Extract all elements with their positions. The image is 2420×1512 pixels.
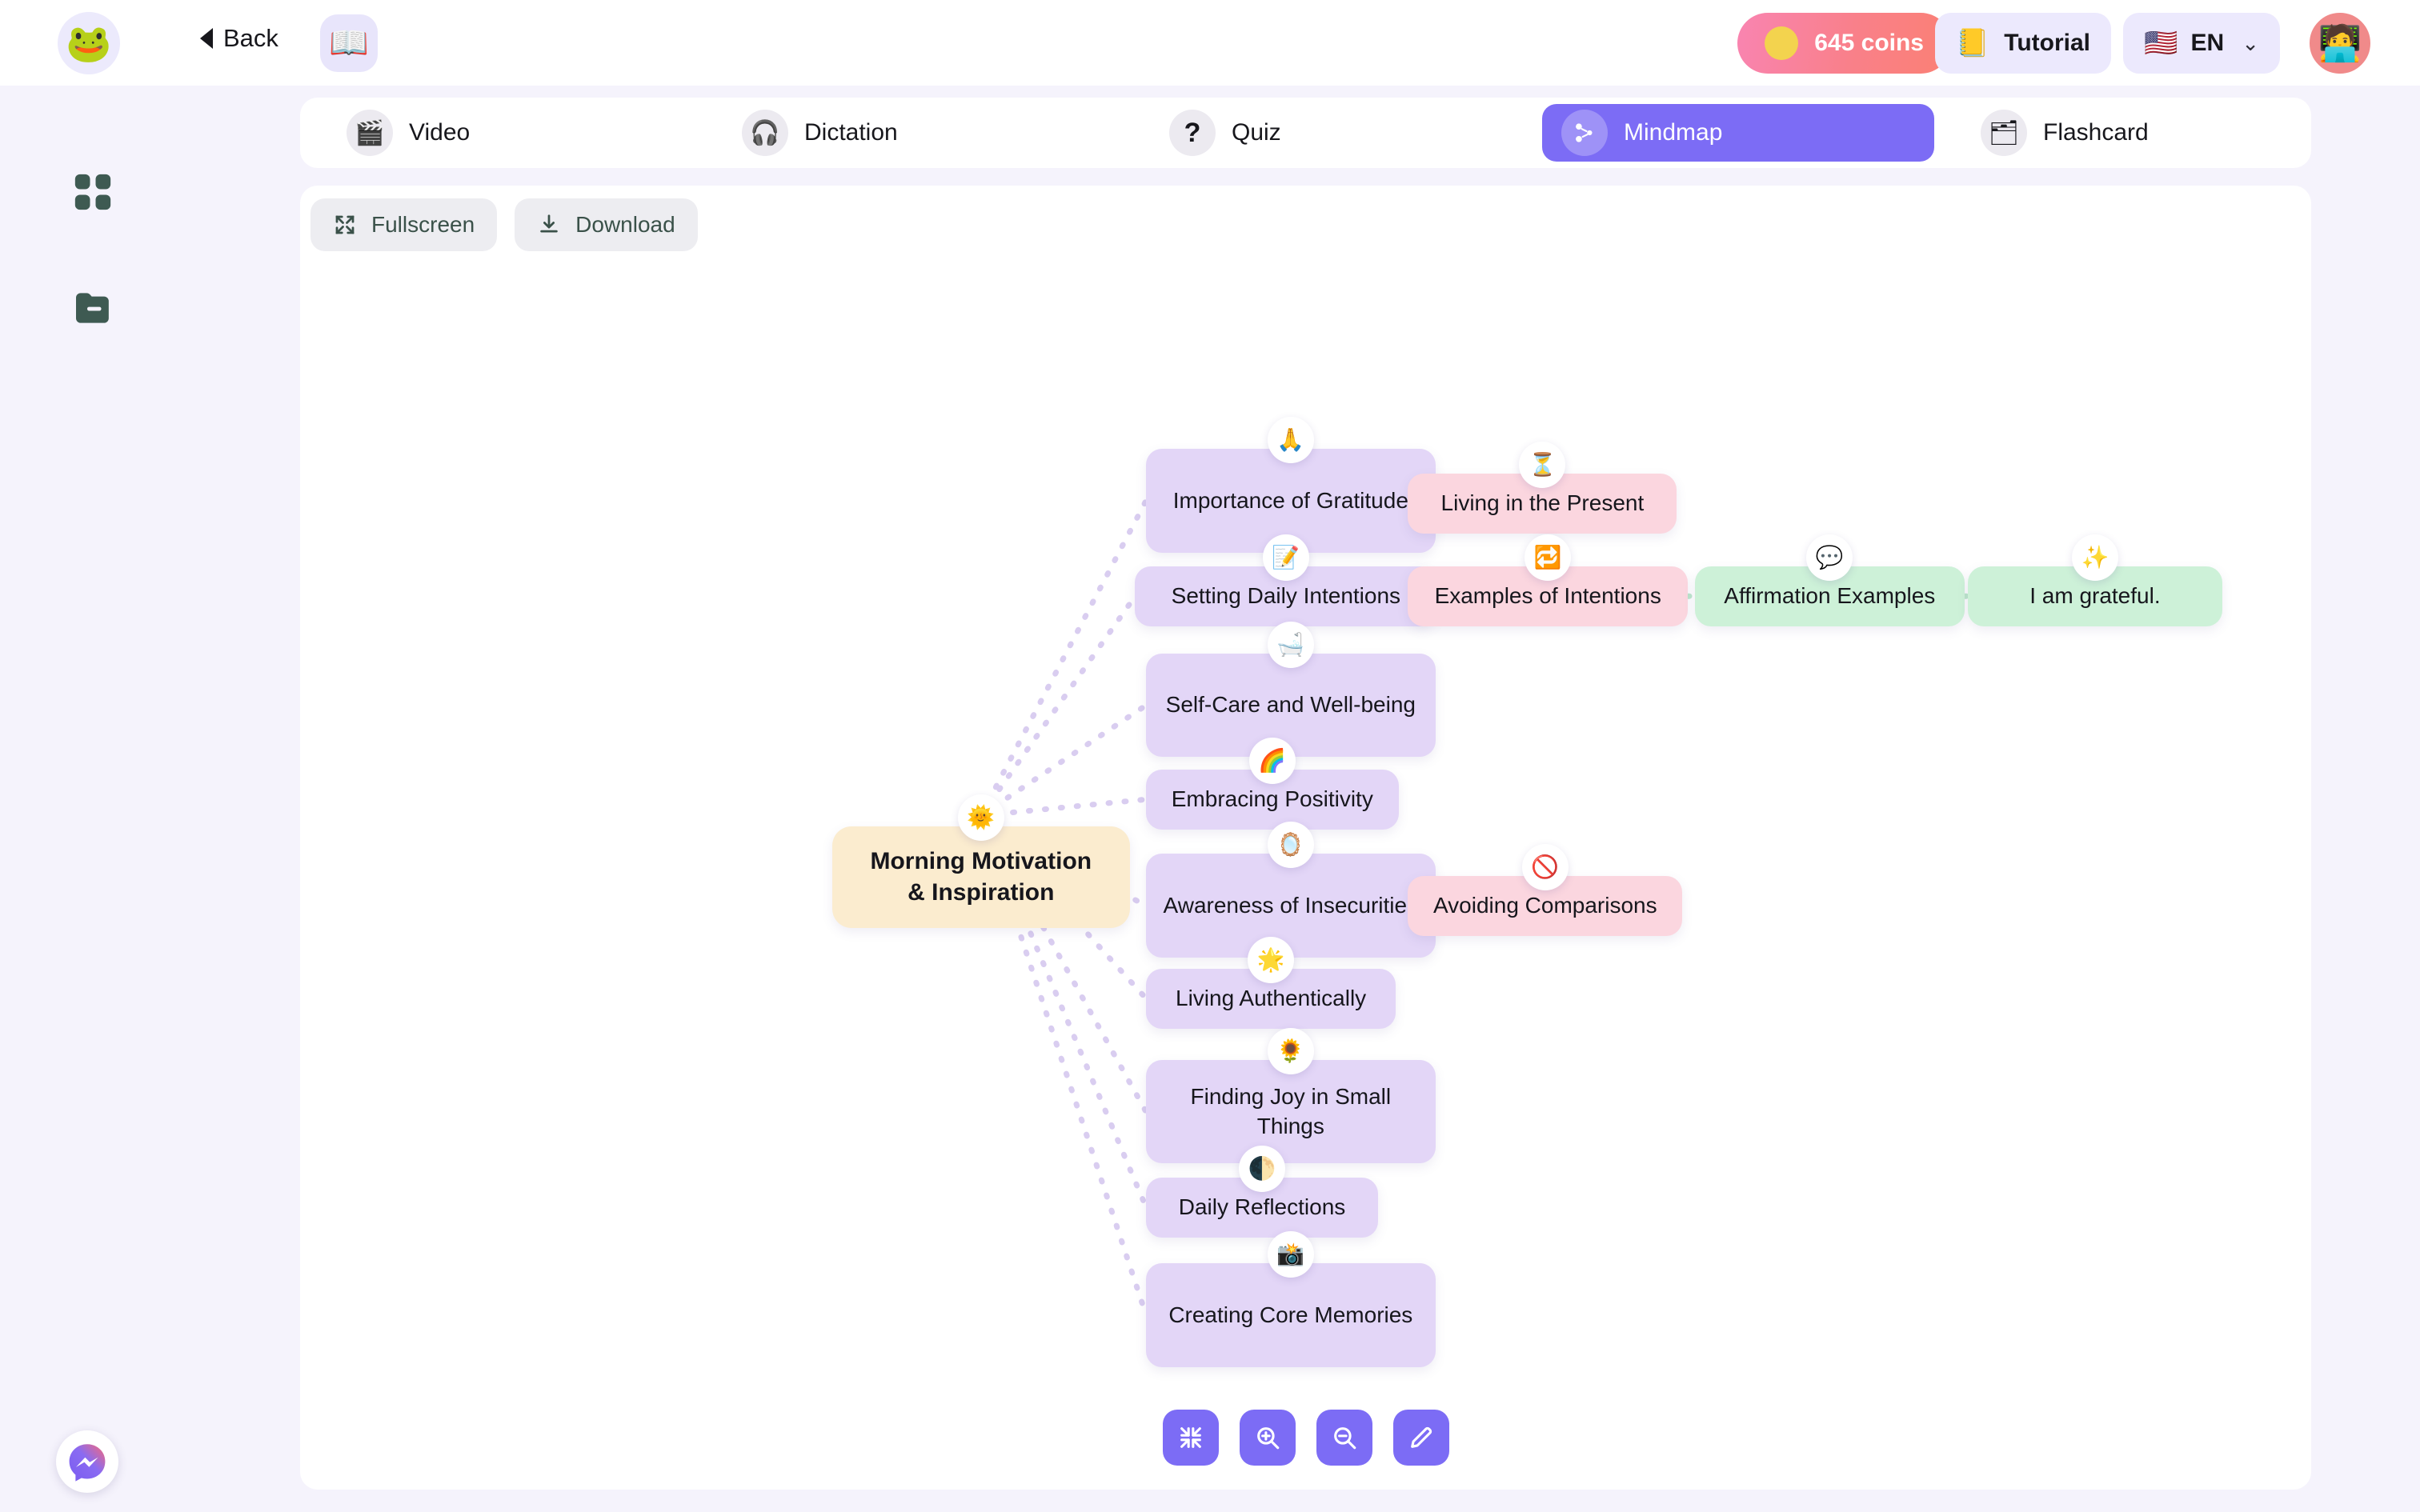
language-selector[interactable]: 🇺🇸 EN ⌄ <box>2123 13 2280 74</box>
avatar-image: 🧑‍💻 <box>2318 24 2362 63</box>
mindmap-node-label: Finding Joy in Small Things <box>1190 1084 1392 1138</box>
mindmap-edge <box>978 498 1149 818</box>
mindmap-edge <box>978 702 1149 818</box>
mindmap-node-label: I am grateful. <box>2029 583 2161 608</box>
tutorial-label: Tutorial <box>2004 30 2090 56</box>
grid-icon[interactable] <box>70 170 115 214</box>
tab-mindmap[interactable]: Mindmap <box>1542 104 1934 162</box>
mindmap-panel: Fullscreen Download Morning Motivation & … <box>300 186 2311 1490</box>
collapse-arrows-icon <box>1180 1427 1201 1448</box>
tab-video[interactable]: 🎬 Video <box>327 104 695 162</box>
mindmap-node[interactable]: Creating Core Memories <box>1146 1262 1436 1367</box>
video-book-icon[interactable]: 📖 <box>320 14 378 72</box>
tab-bar: 🎬 Video 🎧 Dictation ? Quiz Mindmap 🗂 Fla… <box>300 98 2311 168</box>
video-icon: 🎬 <box>347 110 393 156</box>
mindmap-node-emoji-icon: 🌓 <box>1239 1145 1286 1192</box>
mindmap-node-label: Avoiding Comparisons <box>1432 893 1657 918</box>
flashcard-icon: 🗂 <box>1981 110 2027 156</box>
tab-mindmap-label: Mindmap <box>1624 119 1723 146</box>
mindmap-node-label: Self-Care and Well-being <box>1165 692 1416 718</box>
zoom-out-button[interactable] <box>1316 1410 1372 1466</box>
mindmap-node-emoji-icon: 📸 <box>1267 1230 1314 1278</box>
mindmap-controls <box>1162 1410 1449 1466</box>
mindmap-node-emoji-icon: 🌟 <box>1248 936 1295 983</box>
top-bar: 🐸 Back 📖 645 coins 📒 Tutorial 🇺🇸 EN ⌄ 🧑‍… <box>0 0 2420 86</box>
mindmap-node-label: Affirmation Examples <box>1724 583 1936 608</box>
mindmap-node-label: Morning Motivation & Inspiration <box>870 848 1092 906</box>
folder-icon[interactable] <box>70 286 115 330</box>
mindmap-node[interactable]: Finding Joy in Small Things <box>1146 1059 1436 1164</box>
mindmap-node-emoji-icon: 🌻 <box>1267 1027 1314 1074</box>
mindmap-node-label: Embracing Positivity <box>1171 786 1373 812</box>
mindmap-node-emoji-icon: 🚫 <box>1521 843 1569 890</box>
coin-icon <box>1765 26 1799 60</box>
chevron-down-icon: ⌄ <box>2242 30 2259 55</box>
back-button[interactable]: Back <box>200 24 278 53</box>
magnifier-minus-icon <box>1333 1427 1356 1450</box>
mindmap-node-emoji-icon: 🔁 <box>1525 534 1572 581</box>
mindmap-node[interactable]: Awareness of Insecurities <box>1146 854 1436 958</box>
tab-quiz-label: Quiz <box>1232 119 1281 146</box>
mindmap-edge <box>978 593 1138 818</box>
tab-dictation-label: Dictation <box>804 119 898 146</box>
messenger-icon[interactable] <box>56 1430 118 1493</box>
mindmap-node-emoji-icon: 🪞 <box>1267 822 1314 869</box>
mindmap-node-label: Awareness of Insecurities <box>1163 893 1419 918</box>
mindmap-node-label: Creating Core Memories <box>1168 1302 1413 1327</box>
mindmap-nodes-icon <box>1561 110 1608 156</box>
mindmap-node-label: Living Authentically <box>1176 985 1367 1010</box>
tab-dictation[interactable]: 🎧 Dictation <box>723 104 1123 162</box>
tab-flashcard-label: Flashcard <box>2043 119 2149 146</box>
mindmap-node-emoji-icon: 💬 <box>1806 534 1853 581</box>
magnifier-plus-icon <box>1256 1427 1279 1450</box>
mindmap-node-label: Importance of Gratitude <box>1172 487 1408 513</box>
zoom-in-button[interactable] <box>1239 1410 1296 1466</box>
us-flag-icon: 🇺🇸 <box>2144 28 2178 58</box>
user-guide-book-icon: 📒 <box>1955 28 1990 58</box>
headphones-icon: 🎧 <box>742 110 788 156</box>
mindmap-node-emoji-icon: 🛁 <box>1267 621 1314 668</box>
user-avatar[interactable]: 🧑‍💻 <box>2310 13 2370 74</box>
question-mark-icon: ? <box>1169 110 1216 156</box>
coins-label: 645 coins <box>1814 30 1924 56</box>
mindmap-canvas[interactable]: Morning Motivation & Inspiration 🌞 Importan… <box>300 186 2311 1490</box>
mindmap-root-node[interactable]: Morning Motivation & Inspiration <box>831 826 1130 928</box>
mindmap-node-emoji-icon: ✨ <box>2071 534 2118 581</box>
mindmap-node-emoji-icon: 🙏 <box>1267 417 1314 464</box>
mindmap-node-label: Daily Reflections <box>1178 1194 1346 1219</box>
fit-view-button[interactable] <box>1162 1410 1219 1466</box>
mindmap-node[interactable]: Self-Care and Well-being <box>1146 653 1436 758</box>
mindmap-node-emoji-icon: 📝 <box>1262 534 1309 581</box>
mindmap-node-label: Living in the Present <box>1440 490 1645 516</box>
tutorial-button[interactable]: 📒 Tutorial <box>1934 13 2111 74</box>
back-button-label: Back <box>223 24 278 52</box>
mindmap-node-emoji-icon: 🌞 <box>957 794 1004 842</box>
mindmap-node-label: Examples of Intentions <box>1434 583 1661 608</box>
mindmap-node-label: Setting Daily Intentions <box>1171 583 1401 608</box>
language-label: EN <box>2190 30 2225 56</box>
back-arrow-icon <box>200 28 213 49</box>
edit-button[interactable] <box>1392 1410 1449 1466</box>
mindmap-node-emoji-icon: 🌈 <box>1248 737 1296 784</box>
frog-logo-icon[interactable]: 🐸 <box>58 12 120 74</box>
tab-quiz[interactable]: ? Quiz <box>1150 104 1494 162</box>
pencil-icon <box>1410 1426 1432 1448</box>
left-rail <box>0 86 166 1512</box>
tab-flashcard[interactable]: 🗂 Flashcard <box>1961 104 2298 162</box>
mindmap-node-emoji-icon: ⏳ <box>1519 441 1566 488</box>
coins-badge[interactable]: 645 coins <box>1737 13 1951 74</box>
mindmap-edge <box>978 796 1149 818</box>
tab-video-label: Video <box>409 119 471 146</box>
